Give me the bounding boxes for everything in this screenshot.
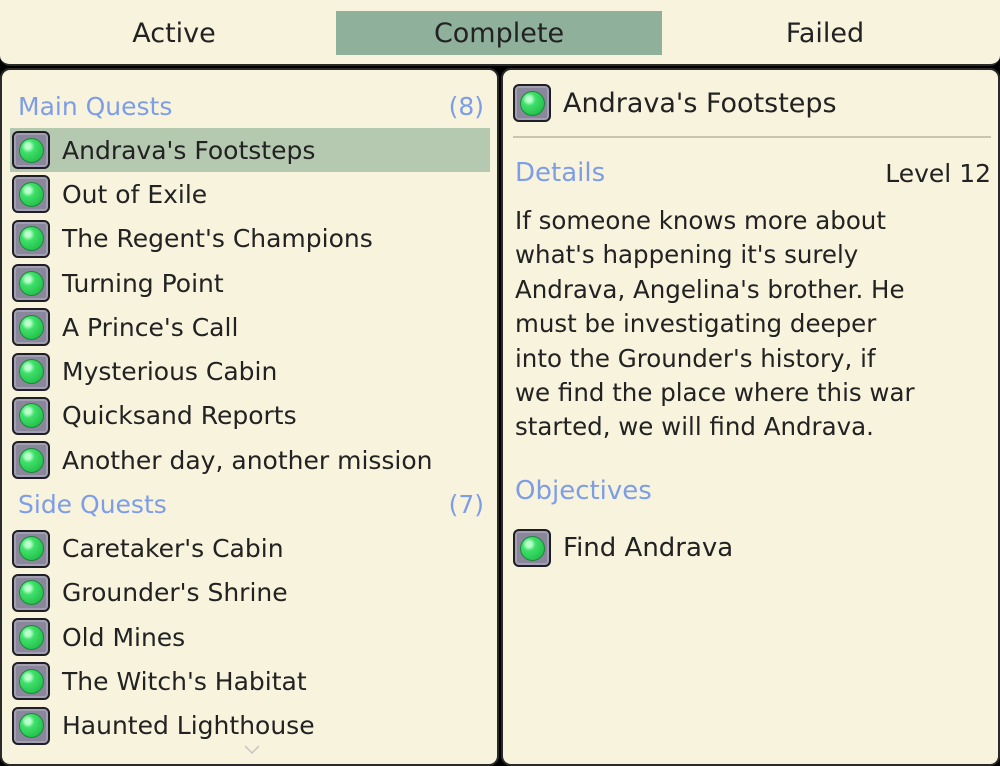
quest-label: Grounder's Shrine — [62, 578, 288, 608]
tab-bar: Active Complete Failed — [0, 0, 1000, 66]
description-line: If someone knows more about — [515, 206, 886, 235]
quest-list-panel: Main Quests (8) Andrava's Footsteps Out … — [0, 68, 499, 766]
detail-header: Andrava's Footsteps — [513, 80, 991, 126]
quest-row[interactable]: Andrava's Footsteps — [10, 128, 490, 173]
quest-list[interactable]: Main Quests (8) Andrava's Footsteps Out … — [10, 84, 490, 748]
section-count: (7) — [448, 489, 484, 519]
tab-complete[interactable]: Complete — [336, 11, 662, 55]
quest-label: Old Mines — [62, 622, 186, 652]
main-quests-header[interactable]: Main Quests (8) — [10, 84, 490, 128]
quest-row[interactable]: Out of Exile — [10, 172, 490, 216]
quest-complete-icon — [12, 529, 50, 568]
quest-journal: Active Complete Failed Main Quests (8) A… — [0, 0, 1000, 766]
quest-complete-icon — [12, 662, 50, 701]
quest-row[interactable]: The Witch's Habitat — [10, 659, 490, 703]
quest-complete-icon — [513, 84, 551, 122]
description-line: Andrava, Angelina's brother. He — [515, 274, 905, 304]
quest-label: Turning Point — [62, 268, 224, 298]
quest-label: Out of Exile — [62, 179, 208, 209]
quest-complete-icon — [12, 175, 50, 214]
quest-title: Andrava's Footsteps — [563, 87, 837, 119]
quest-label: The Witch's Habitat — [62, 666, 307, 696]
quest-complete-icon — [12, 131, 50, 170]
quest-row[interactable]: Quicksand Reports — [10, 394, 490, 438]
description-line: what's happening it's surely — [515, 240, 859, 270]
quest-label: Andrava's Footsteps — [62, 135, 316, 165]
section-count: (8) — [448, 91, 484, 121]
quest-row[interactable]: Grounder's Shrine — [10, 571, 490, 615]
quest-complete-icon — [12, 618, 50, 657]
quest-row[interactable]: A Prince's Call — [10, 305, 490, 349]
side-quests-header[interactable]: Side Quests (7) — [10, 482, 490, 526]
details-row: Details Level 12 — [515, 154, 991, 192]
quest-label: Mysterious Cabin — [62, 357, 278, 387]
quest-row[interactable]: Another day, another mission — [10, 438, 490, 482]
objective-label: Find Andrava — [563, 533, 734, 563]
objectives-heading: Objectives — [515, 476, 652, 506]
quest-row[interactable]: Caretaker's Cabin — [10, 526, 490, 570]
description-line: must be investigating deeper — [515, 309, 877, 339]
quest-label: Quicksand Reports — [62, 401, 297, 431]
quest-complete-icon — [12, 352, 50, 391]
quest-complete-icon — [12, 441, 50, 480]
quest-label: A Prince's Call — [62, 312, 239, 342]
tab-active[interactable]: Active — [12, 11, 336, 55]
quest-row[interactable]: Turning Point — [10, 261, 490, 305]
quest-label: Caretaker's Cabin — [62, 534, 284, 564]
description-line: into the Grounder's history, if — [515, 343, 876, 373]
objective-complete-icon — [513, 529, 551, 567]
description-line: started, we will find Andrava. — [515, 412, 874, 442]
chevron-down-icon[interactable] — [243, 742, 261, 760]
details-heading: Details — [515, 158, 606, 188]
tab-failed[interactable]: Failed — [662, 11, 988, 55]
quest-level: Level 12 — [885, 158, 991, 188]
quest-row[interactable]: Mysterious Cabin — [10, 349, 490, 393]
quest-complete-icon — [12, 308, 50, 347]
quest-description: If someone knows more about what's happe… — [515, 204, 985, 445]
section-title: Main Quests — [18, 91, 173, 121]
quest-complete-icon — [12, 396, 50, 435]
quest-row[interactable]: The Regent's Champions — [10, 217, 490, 261]
quest-label: The Regent's Champions — [62, 224, 373, 254]
quest-row[interactable]: Old Mines — [10, 615, 490, 659]
objective-row: Find Andrava — [513, 526, 733, 570]
quest-complete-icon — [12, 264, 50, 303]
quest-label: Another day, another mission — [62, 445, 433, 475]
quest-complete-icon — [12, 573, 50, 612]
quest-detail-panel: Andrava's Footsteps Details Level 12 If … — [501, 68, 1000, 766]
quest-label: Haunted Lighthouse — [62, 711, 315, 741]
section-title: Side Quests — [18, 489, 167, 519]
description-line: we find the place where this war — [515, 378, 915, 408]
divider — [513, 136, 991, 138]
quest-complete-icon — [12, 219, 50, 258]
quest-complete-icon — [12, 706, 50, 745]
